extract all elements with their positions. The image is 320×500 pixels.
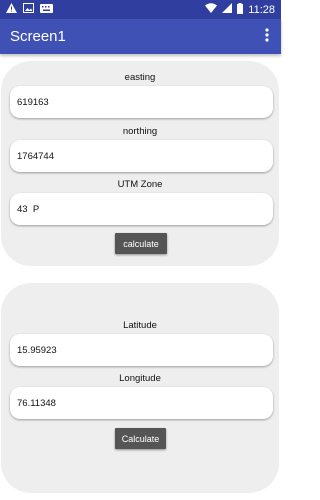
- status-time: 11:28: [248, 3, 275, 16]
- utm-input-card: easting 619163 northing 1764744 UTM Zone…: [1, 61, 279, 266]
- northing-value: 1764744: [17, 150, 54, 162]
- easting-field[interactable]: 619163: [10, 86, 273, 118]
- longitude-label: Longitude: [119, 373, 161, 384]
- image-icon: [23, 3, 34, 16]
- app-title: Screen1: [10, 28, 66, 45]
- utm-zone-value: 43 P: [17, 203, 40, 215]
- more-vert-icon[interactable]: [263, 26, 271, 48]
- latitude-value: 15.95923: [17, 344, 57, 356]
- signal-icon: [222, 3, 233, 16]
- status-notifications: [6, 3, 53, 16]
- utm-zone-label: UTM Zone: [117, 179, 163, 190]
- latitude-label: Latitude: [123, 320, 157, 331]
- easting-value: 619163: [17, 96, 49, 108]
- app-bar: Screen1: [0, 19, 281, 54]
- longitude-field[interactable]: 76.11348: [10, 387, 273, 419]
- longitude-value: 76.11348: [17, 397, 56, 409]
- northing-label: northing: [122, 126, 158, 137]
- northing-field[interactable]: 1764744: [10, 140, 273, 172]
- easting-label: easting: [124, 72, 156, 83]
- wifi-icon: [205, 3, 218, 16]
- keyboard-icon: [40, 3, 53, 16]
- warning-icon: [6, 3, 17, 16]
- utm-zone-field[interactable]: 43 P: [10, 193, 273, 225]
- latitude-field[interactable]: 15.95923: [10, 334, 273, 366]
- calculate-utm-button[interactable]: Calculate: [115, 428, 166, 449]
- calculate-latlon-button[interactable]: calculate: [115, 233, 167, 254]
- status-bar: 11:28: [0, 0, 281, 19]
- status-system: 11:28: [205, 2, 275, 17]
- latlon-output-card: Latitude 15.95923 Longitude 76.11348 Cal…: [1, 283, 279, 493]
- battery-icon: [237, 2, 244, 17]
